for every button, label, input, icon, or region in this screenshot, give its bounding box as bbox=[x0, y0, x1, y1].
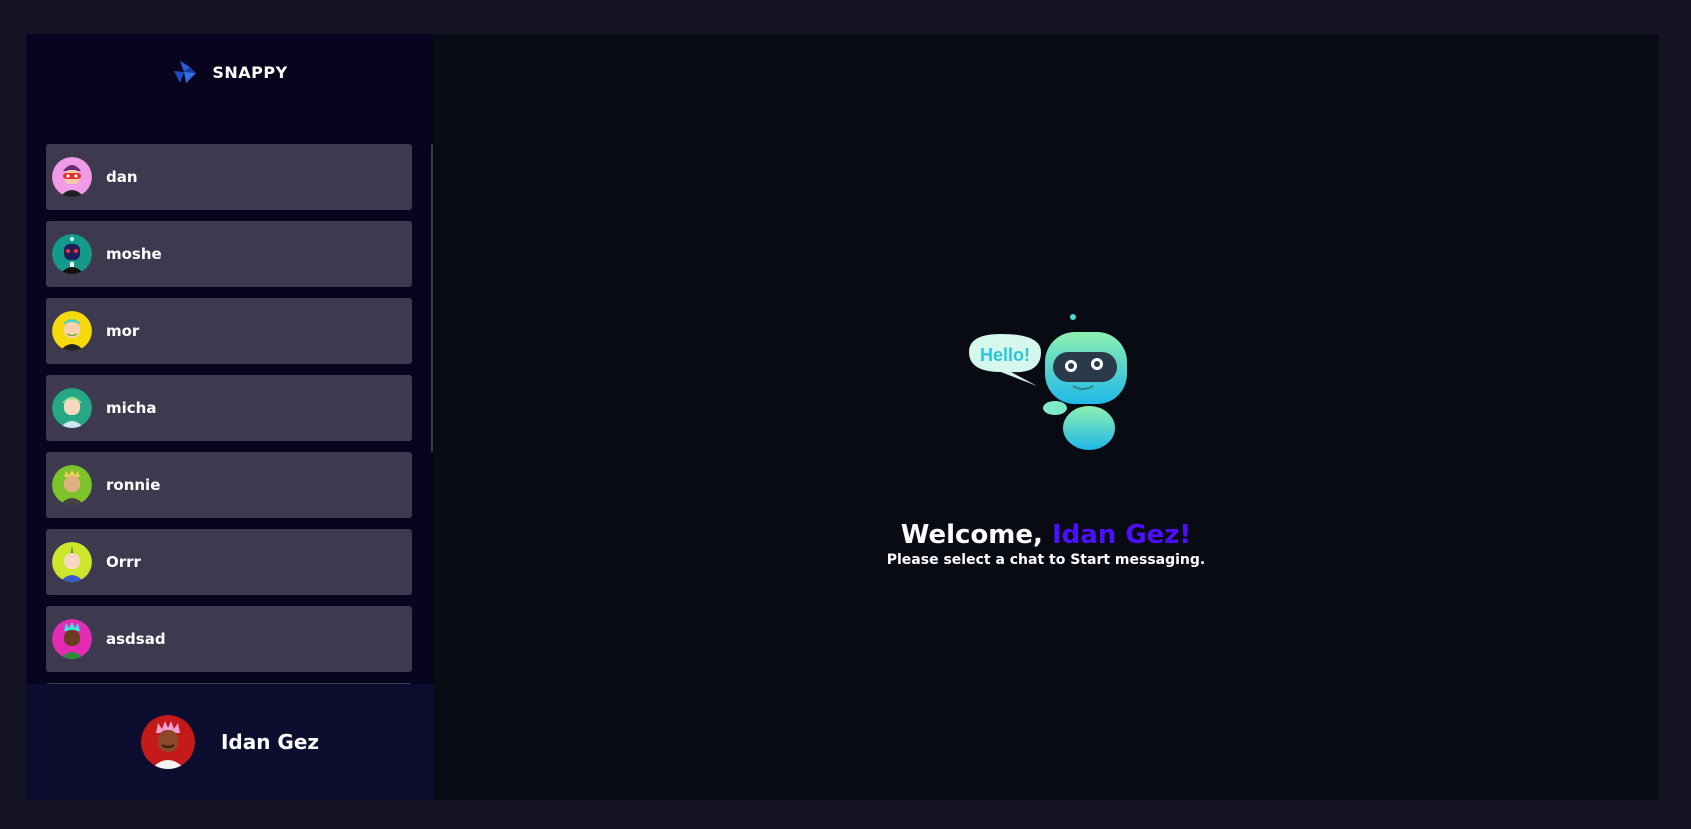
contact-item[interactable]: micha bbox=[46, 375, 412, 441]
contact-avatar bbox=[52, 542, 92, 582]
robot-hello-icon: Hello! bbox=[969, 314, 1127, 450]
current-user-avatar bbox=[140, 715, 195, 769]
welcome-content: Hello! Welcome, Idan Gez! Please select … bbox=[434, 312, 1658, 568]
contact-avatar bbox=[52, 619, 92, 659]
contact-name: asdsad bbox=[106, 630, 166, 648]
welcome-username: Idan Gez! bbox=[1051, 520, 1192, 550]
contact-list-scrollbar[interactable] bbox=[431, 144, 433, 452]
contacts-sidebar: SNAPPY dan moshe mor micha ronnie Orrr a… bbox=[26, 34, 434, 800]
brand-name: SNAPPY bbox=[212, 62, 288, 82]
contact-item[interactable]: moshe bbox=[46, 221, 412, 287]
contact-list[interactable]: dan moshe mor micha ronnie Orrr asdsad bbox=[26, 110, 434, 718]
chat-app: SNAPPY dan moshe mor micha ronnie Orrr a… bbox=[26, 34, 1658, 800]
contact-avatar bbox=[52, 388, 92, 428]
contact-name: dan bbox=[106, 168, 138, 186]
contact-avatar bbox=[52, 234, 92, 274]
current-user-panel: Idan Gez bbox=[26, 684, 434, 800]
contact-avatar bbox=[52, 311, 92, 351]
contact-name: Orrr bbox=[106, 553, 141, 571]
contact-item[interactable]: mor bbox=[46, 298, 412, 364]
brand-header: SNAPPY bbox=[26, 34, 434, 110]
contact-item[interactable]: dan bbox=[46, 144, 412, 210]
contact-avatar bbox=[52, 465, 92, 505]
current-user-name: Idan Gez bbox=[220, 730, 320, 754]
contact-item[interactable]: Orrr bbox=[46, 529, 412, 595]
contact-name: moshe bbox=[106, 245, 162, 263]
contact-item[interactable]: asdsad bbox=[46, 606, 412, 672]
contact-name: ronnie bbox=[106, 476, 161, 494]
contact-item[interactable]: ronnie bbox=[46, 452, 412, 518]
welcome-title: Welcome, Idan Gez! bbox=[434, 520, 1658, 550]
contact-name: mor bbox=[106, 322, 140, 340]
contact-name: micha bbox=[106, 399, 157, 417]
welcome-subtitle: Please select a chat to Start messaging. bbox=[886, 552, 1206, 568]
contact-avatar bbox=[52, 157, 92, 197]
snappy-logo-icon bbox=[174, 61, 197, 83]
welcome-greeting: Welcome, bbox=[900, 520, 1043, 550]
welcome-panel: Hello! Welcome, Idan Gez! Please select … bbox=[434, 34, 1658, 800]
robot-speech-text: Hello! bbox=[980, 345, 1030, 365]
